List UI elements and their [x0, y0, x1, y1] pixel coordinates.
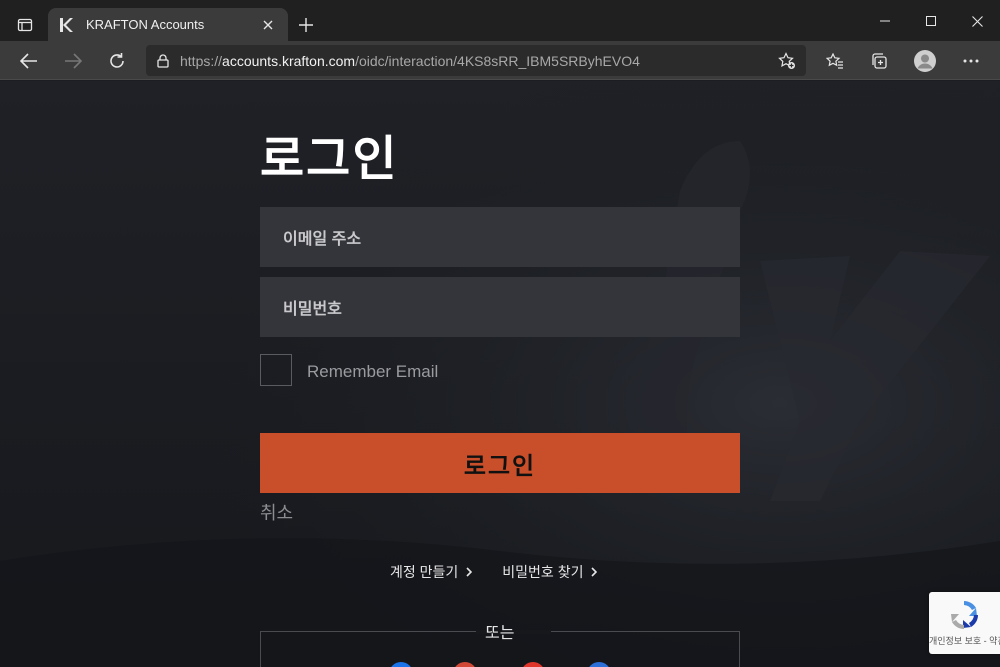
add-favorite-icon[interactable] — [776, 50, 798, 72]
address-bar[interactable]: https://accounts.krafton.com/oidc/intera… — [146, 45, 806, 76]
browser-tab[interactable]: KRAFTON Accounts — [48, 8, 288, 41]
maximize-icon[interactable] — [908, 6, 954, 36]
more-options-icon[interactable] — [956, 46, 986, 76]
find-password-link[interactable]: 비밀번호 찾기 — [502, 562, 598, 582]
tab-actions-icon[interactable] — [12, 12, 38, 38]
recaptcha-badge[interactable]: 개인정보 보호 - 약관 — [929, 592, 1000, 654]
social-login-icon-4[interactable] — [587, 662, 611, 667]
minimize-icon[interactable] — [862, 6, 908, 36]
social-login-icon-2[interactable] — [453, 662, 477, 667]
favorites-icon[interactable] — [820, 46, 850, 76]
social-login-icon-3[interactable] — [521, 662, 545, 667]
close-window-icon[interactable] — [954, 6, 1000, 36]
refresh-icon[interactable] — [102, 46, 132, 76]
password-input[interactable]: 비밀번호 — [260, 277, 740, 337]
create-account-link[interactable]: 계정 만들기 — [390, 562, 473, 582]
collections-icon[interactable] — [864, 46, 894, 76]
recaptcha-text[interactable]: 개인정보 보호 - 약관 — [929, 634, 1000, 647]
remember-email-checkbox[interactable] — [260, 354, 292, 386]
url-text: https://accounts.krafton.com/oidc/intera… — [180, 53, 640, 69]
cancel-link[interactable]: 취소 — [260, 499, 293, 525]
url-host: accounts.krafton.com — [222, 52, 356, 69]
url-prefix: https:// — [180, 52, 223, 69]
login-page: 로그인 이메일 주소 비밀번호 Remember Email 로그인 취소 계정… — [0, 81, 1000, 667]
krafton-logo-icon — [58, 17, 74, 33]
tab-title: KRAFTON Accounts — [86, 17, 205, 32]
chevron-right-icon — [466, 567, 473, 577]
social-login-icon-1[interactable] — [389, 662, 413, 667]
lock-icon[interactable] — [146, 53, 180, 68]
email-input[interactable]: 이메일 주소 — [260, 207, 740, 267]
chevron-right-icon — [591, 567, 598, 577]
page-title: 로그인 — [260, 133, 399, 186]
login-button[interactable]: 로그인 — [260, 433, 740, 493]
profile-avatar-icon[interactable] — [910, 46, 940, 76]
browser-toolbar: https://accounts.krafton.com/oidc/intera… — [0, 41, 1000, 80]
new-tab-icon[interactable] — [294, 13, 318, 37]
url-path: /oidc/interaction/4KS8sRR_IBM5SRByhEVO4 — [355, 52, 640, 69]
recaptcha-icon — [951, 601, 978, 629]
create-account-label: 계정 만들기 — [390, 564, 459, 580]
browser-titlebar: KRAFTON Accounts — [0, 0, 1000, 41]
forward-arrow-icon[interactable] — [58, 46, 88, 76]
remember-email-label[interactable]: Remember Email — [307, 362, 438, 382]
or-divider-label: 또는 — [485, 625, 515, 642]
account-links: 계정 만들기 비밀번호 찾기 — [390, 562, 598, 582]
find-password-label: 비밀번호 찾기 — [502, 564, 584, 580]
back-arrow-icon[interactable] — [14, 46, 44, 76]
close-tab-icon[interactable] — [258, 15, 278, 35]
